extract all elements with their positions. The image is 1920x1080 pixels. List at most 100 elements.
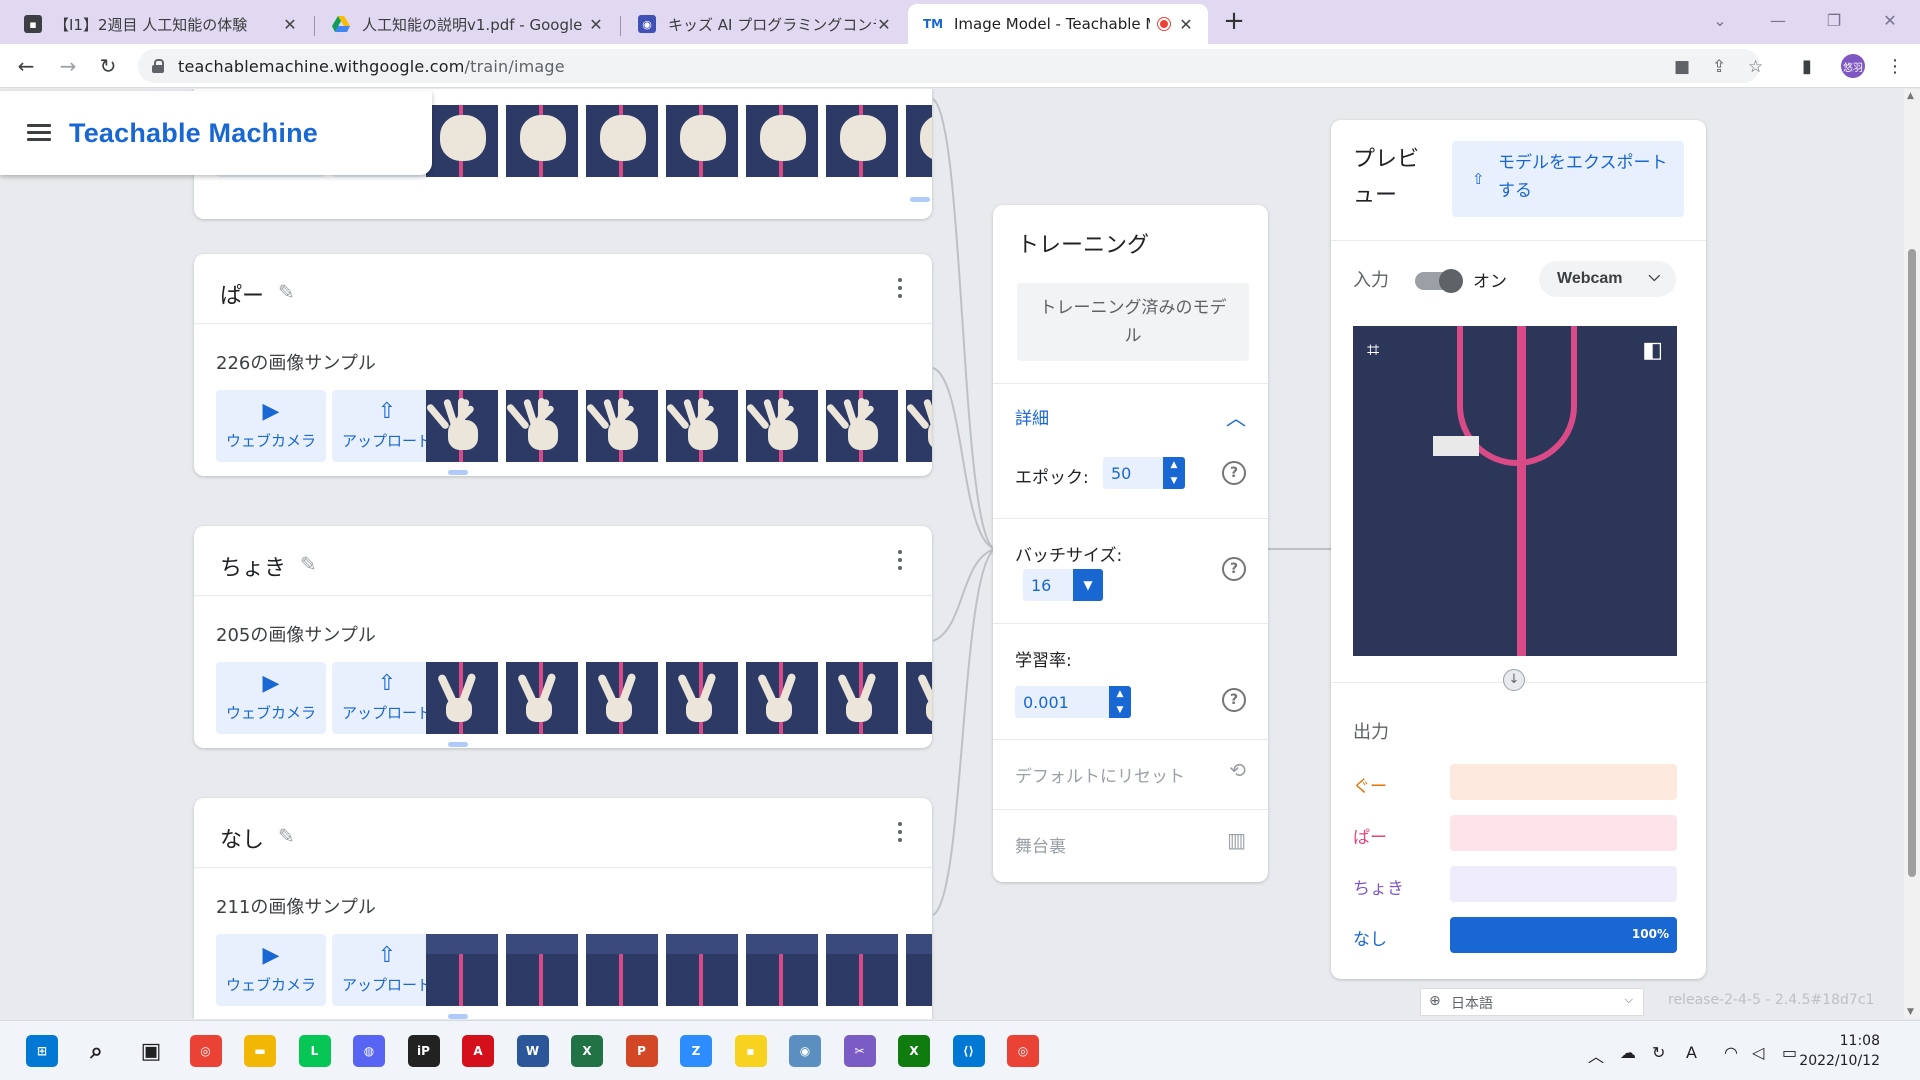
task-view-icon[interactable]: ▣ [135, 1035, 167, 1067]
sample-thumbnail[interactable] [906, 934, 932, 1006]
ibis-paint-icon[interactable]: iP [407, 1035, 440, 1067]
minimize-button[interactable]: — [1750, 0, 1806, 40]
menu-dots-icon[interactable]: ⋮ [1886, 56, 1904, 77]
volume-icon[interactable]: ◁ [1752, 1043, 1764, 1062]
dropdown-arrow-icon[interactable]: ▼ [1073, 569, 1103, 601]
wifi-icon[interactable]: ◠ [1724, 1043, 1738, 1062]
camera-in-use-icon[interactable]: ■ [1674, 57, 1690, 77]
sample-thumbnail[interactable] [586, 662, 658, 734]
help-icon[interactable]: ? [1222, 557, 1246, 581]
sync-icon[interactable]: ↻ [1652, 1043, 1665, 1062]
sample-thumbnail[interactable] [426, 934, 498, 1006]
more-options-icon[interactable] [898, 822, 902, 844]
excel-icon[interactable]: X [571, 1035, 603, 1067]
chrome-profile-icon[interactable]: ◎ [1007, 1035, 1039, 1067]
sample-thumbnail[interactable] [506, 105, 578, 177]
bookmark-star-icon[interactable]: ☆ [1748, 57, 1763, 77]
flip-icon[interactable]: ◧ [1642, 338, 1663, 363]
backstage-button[interactable]: 舞台裏 ▥ [993, 809, 1268, 882]
xbox-icon[interactable]: X [898, 1035, 930, 1067]
edit-pencil-icon[interactable]: ✎ [278, 280, 295, 304]
address-bar[interactable]: teachablemachine.withgoogle.com/train/im… [138, 49, 1763, 83]
sample-thumbnail[interactable] [506, 934, 578, 1006]
thumb-scrollbar[interactable] [448, 470, 468, 475]
batch-size-select[interactable]: 16 ▼ [1023, 569, 1103, 601]
sample-thumbnail[interactable] [666, 390, 738, 462]
powerpoint-icon[interactable]: P [625, 1035, 658, 1067]
new-tab-button[interactable]: + [1218, 6, 1250, 38]
sample-thumbnail[interactable] [426, 390, 498, 462]
input-toggle[interactable] [1415, 269, 1463, 293]
browser-tab[interactable]: ◉ キッズ AI プログラミングコンテスト ✕ [622, 4, 906, 44]
train-model-button[interactable]: トレーニング済みのモデル [1017, 283, 1249, 361]
language-select[interactable]: ⊕ 日本語 ⌵ [1420, 988, 1644, 1016]
chrome-icon[interactable]: ◎ [189, 1035, 222, 1067]
sample-thumbnail[interactable] [426, 662, 498, 734]
more-options-icon[interactable] [898, 550, 902, 572]
close-tab-icon[interactable]: ✕ [588, 15, 604, 34]
hamburger-menu-icon[interactable] [27, 124, 51, 142]
zoom-icon[interactable]: Z [680, 1035, 712, 1067]
sample-thumbnails[interactable] [426, 105, 932, 177]
close-tab-icon[interactable]: ✕ [876, 15, 892, 34]
sample-thumbnail[interactable] [826, 662, 898, 734]
thumb-scrollbar[interactable] [910, 197, 930, 202]
sample-thumbnail[interactable] [826, 390, 898, 462]
chevron-up-icon[interactable]: ︿ [1588, 1043, 1604, 1067]
edit-pencil-icon[interactable]: ✎ [278, 824, 295, 848]
share-icon[interactable]: ⇪ [1712, 57, 1726, 77]
side-panel-icon[interactable]: ▮ [1802, 56, 1812, 77]
sample-thumbnail[interactable] [906, 105, 932, 177]
acrobat-icon[interactable]: A [462, 1035, 494, 1067]
webcam-button[interactable]: ▶ ウェブカメラ [216, 390, 326, 462]
scroll-down-icon[interactable]: ▼ [1907, 1007, 1914, 1017]
webcam-button[interactable]: ▶ ウェブカメラ [216, 934, 326, 1006]
system-clock[interactable]: 11:08 2022/10/12 [1799, 1031, 1880, 1071]
stepper-icon[interactable]: ▲ ▼ [1163, 457, 1185, 489]
back-icon[interactable]: ← [10, 50, 42, 82]
scrollbar-thumb[interactable] [1908, 249, 1916, 877]
sample-thumbnail[interactable] [666, 934, 738, 1006]
input-source-select[interactable]: Webcam ⌵ [1539, 261, 1676, 297]
close-tab-icon[interactable]: ✕ [282, 15, 298, 34]
sample-thumbnails[interactable] [426, 934, 932, 1006]
camera-icon[interactable]: ◉ [789, 1035, 821, 1067]
thumb-scrollbar[interactable] [448, 742, 468, 747]
sample-thumbnail[interactable] [666, 662, 738, 734]
class-name[interactable]: ちょき [220, 550, 286, 582]
sample-thumbnail[interactable] [586, 390, 658, 462]
sample-thumbnail[interactable] [586, 934, 658, 1006]
browser-tab-active[interactable]: TM Image Model - Teachable Machine ✕ [908, 4, 1208, 44]
sample-thumbnail[interactable] [506, 662, 578, 734]
reset-defaults-button[interactable]: デフォルトにリセット ⟲ [993, 739, 1268, 809]
onedrive-icon[interactable]: ☁ [1620, 1043, 1636, 1062]
app-brand[interactable]: Teachable Machine [69, 118, 318, 149]
sample-thumbnail[interactable] [746, 105, 818, 177]
reload-icon[interactable]: ↻ [92, 50, 124, 82]
export-model-button[interactable]: ⇧ モデルをエクスポートする [1452, 141, 1684, 217]
sample-thumbnail[interactable] [826, 105, 898, 177]
ime-icon[interactable]: A [1686, 1043, 1697, 1062]
forward-icon[interactable]: → [52, 50, 84, 82]
search-icon[interactable]: ⌕ [81, 1035, 113, 1067]
windows-start-icon[interactable]: ⊞ [26, 1035, 58, 1067]
sample-thumbnail[interactable] [506, 390, 578, 462]
webcam-button[interactable]: ▶ ウェブカメラ [216, 662, 326, 734]
stepper-icon[interactable]: ▲ ▼ [1109, 686, 1131, 718]
crop-icon[interactable]: ⌗ [1367, 338, 1379, 363]
battery-icon[interactable]: ▭ [1782, 1043, 1797, 1062]
line-icon[interactable]: L [298, 1035, 331, 1067]
sticky-notes-icon[interactable]: ▪ [734, 1035, 767, 1067]
scroll-up-icon[interactable]: ▲ [1907, 91, 1914, 101]
close-tab-icon[interactable]: ✕ [1178, 15, 1194, 34]
learning-rate-input[interactable]: 0.001 ▲ ▼ [1015, 686, 1131, 718]
word-icon[interactable]: W [516, 1035, 549, 1067]
sample-thumbnails[interactable] [426, 390, 932, 462]
vscode-icon[interactable]: ⟨⟩ [952, 1035, 985, 1067]
sample-thumbnail[interactable] [826, 934, 898, 1006]
browser-tab[interactable]: 人工知能の説明v1.pdf - Google Drive ✕ [316, 4, 618, 44]
close-window-button[interactable]: ✕ [1862, 0, 1918, 40]
class-name[interactable]: ぱー [220, 278, 264, 310]
sample-thumbnail[interactable] [426, 105, 498, 177]
sample-thumbnail[interactable] [746, 934, 818, 1006]
